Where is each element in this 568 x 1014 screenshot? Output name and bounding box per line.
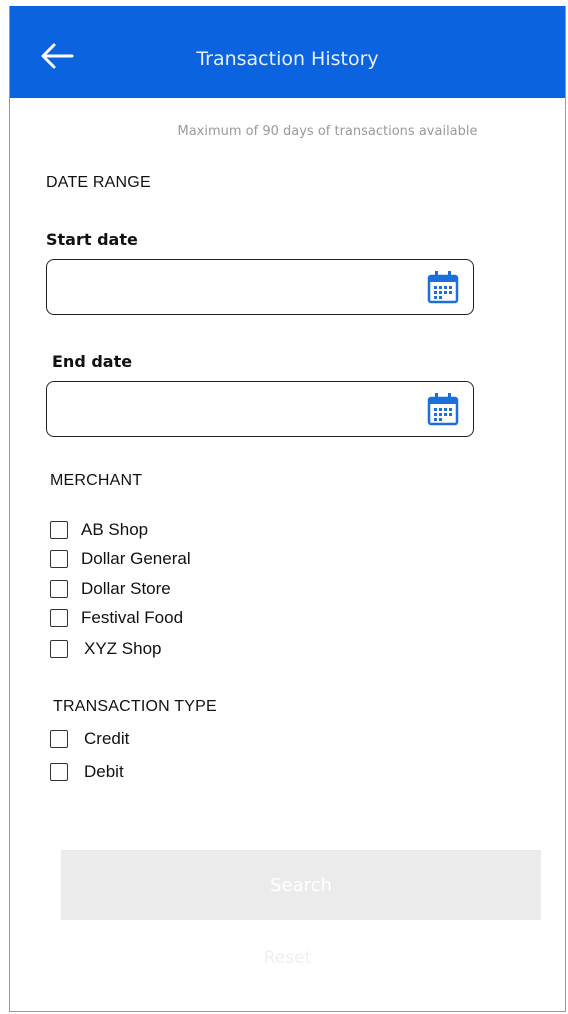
checkbox-label: AB Shop: [81, 520, 149, 539]
search-button[interactable]: Search: [61, 850, 541, 920]
start-date-field[interactable]: [46, 259, 474, 315]
checkbox[interactable]: [50, 550, 68, 568]
end-date-input[interactable]: [57, 392, 411, 426]
merchant-option[interactable]: AB Shop: [50, 519, 148, 541]
checkbox[interactable]: [50, 763, 68, 781]
checkbox-label: Debit: [84, 762, 124, 781]
start-date-label: Start date: [46, 230, 138, 249]
checkbox-label: Dollar General: [81, 549, 191, 568]
start-date-input[interactable]: [57, 270, 411, 304]
merchant-option[interactable]: Festival Food: [50, 607, 183, 629]
transaction-type-heading: TRANSACTION TYPE: [53, 698, 217, 715]
availability-notice: Maximum of 90 days of transactions avail…: [177, 124, 478, 139]
transaction-type-option[interactable]: Credit: [50, 728, 129, 750]
checkbox[interactable]: [50, 521, 68, 539]
checkbox[interactable]: [50, 730, 68, 748]
checkbox[interactable]: [50, 640, 68, 658]
merchant-option[interactable]: Dollar Store: [50, 578, 171, 600]
merchant-option[interactable]: Dollar General: [50, 548, 191, 570]
calendar-icon[interactable]: [427, 270, 459, 304]
app-screen: Transaction History Maximum of 90 days o…: [9, 6, 566, 1012]
checkbox-label: Credit: [84, 729, 130, 748]
end-date-label: End date: [52, 352, 133, 371]
checkbox[interactable]: [50, 580, 68, 598]
checkbox-label: XYZ Shop: [84, 639, 162, 658]
reset-link[interactable]: Reset: [10, 948, 565, 968]
checkbox-label: Festival Food: [81, 608, 184, 627]
checkbox[interactable]: [50, 609, 68, 627]
checkbox-label: Dollar Store: [81, 579, 171, 598]
calendar-icon[interactable]: [427, 392, 459, 426]
page-title: Transaction History: [196, 48, 379, 70]
date-range-heading: DATE RANGE: [46, 174, 151, 191]
merchant-heading: MERCHANT: [50, 472, 143, 489]
top-app-bar: Transaction History: [10, 6, 565, 98]
transaction-type-option[interactable]: Debit: [50, 761, 124, 783]
end-date-field[interactable]: [46, 381, 474, 437]
merchant-option[interactable]: XYZ Shop: [50, 638, 162, 660]
